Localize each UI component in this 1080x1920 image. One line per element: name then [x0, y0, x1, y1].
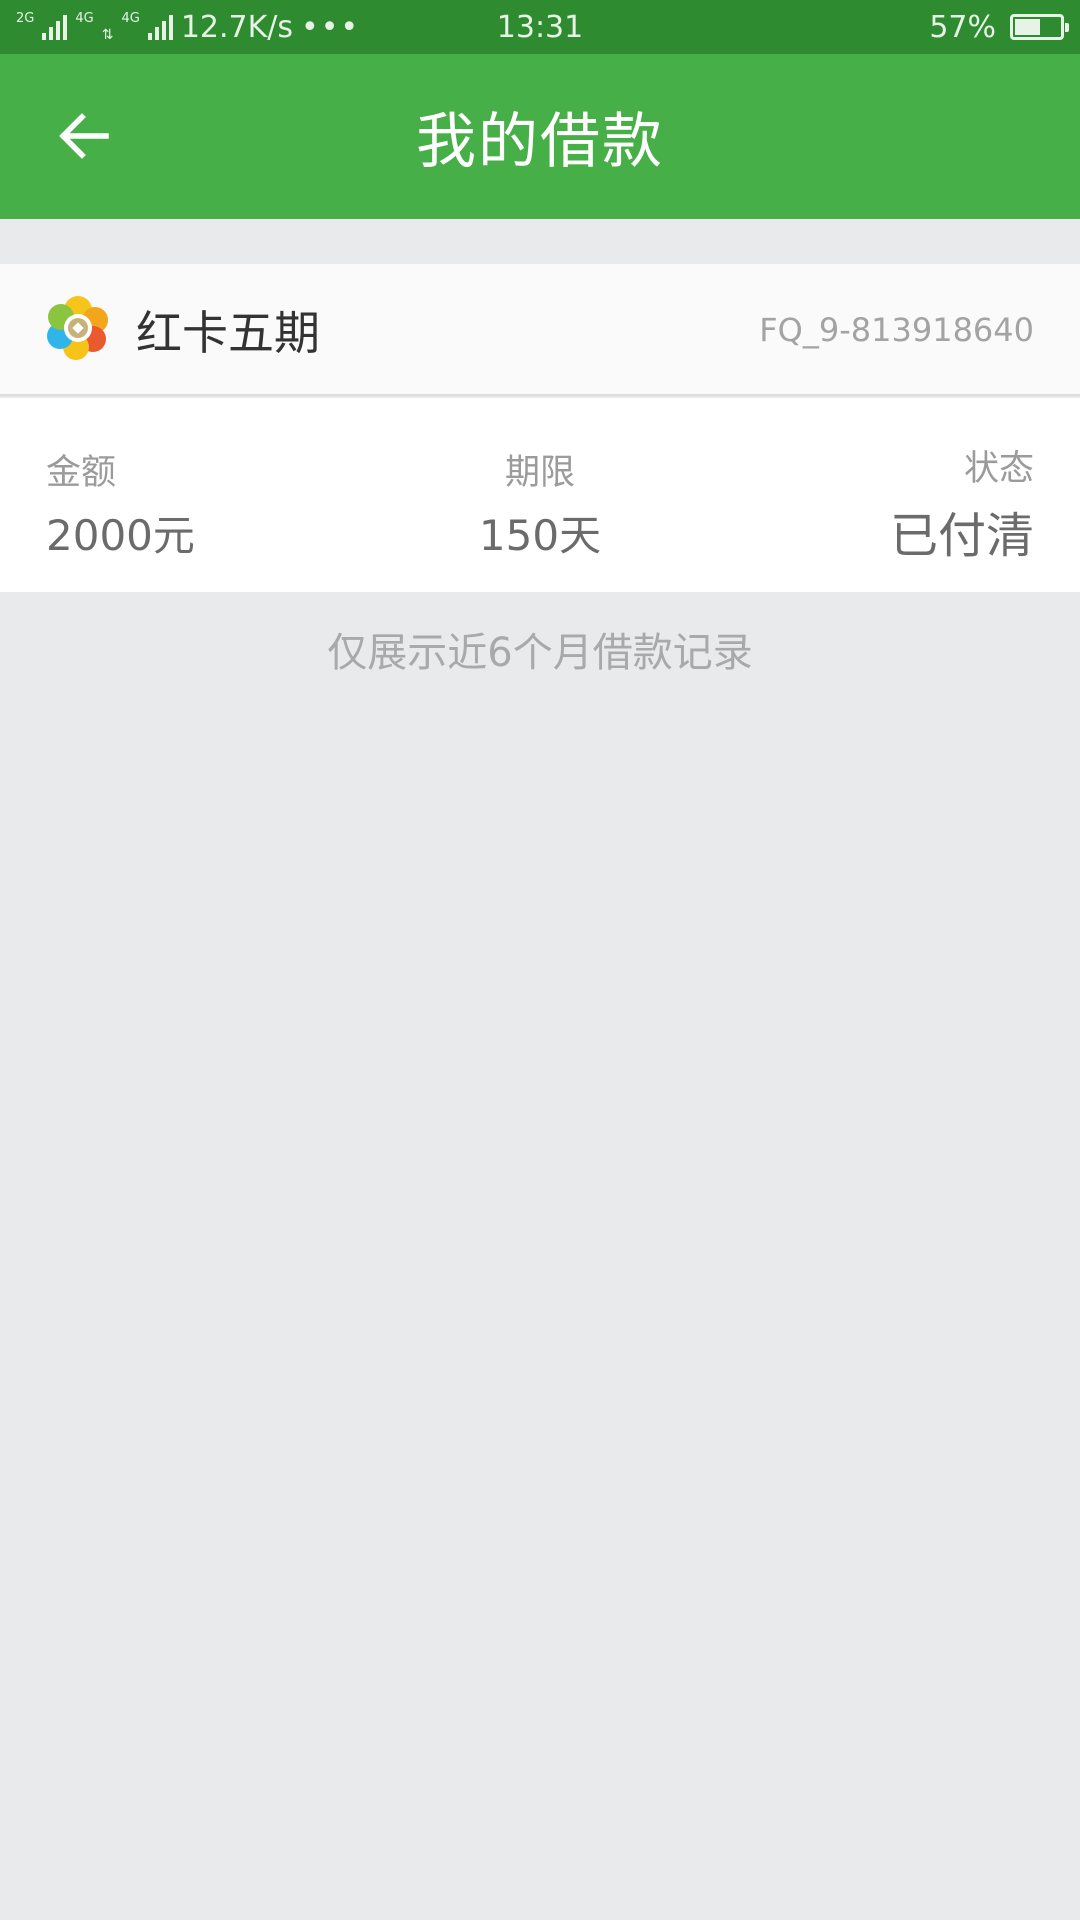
battery-fill — [1015, 19, 1040, 35]
pinwheel-coin-logo-icon — [47, 296, 108, 360]
app-bar: 我的借款 — [0, 54, 1080, 219]
loan-item-details[interactable]: 金额 2000元 期限 150天 状态 已付清 — [0, 398, 1080, 592]
battery-nub — [1065, 23, 1069, 32]
status-column: 状态 已付清 — [734, 398, 1034, 592]
term-value: 150天 — [478, 511, 602, 560]
loan-number: FQ_9-813918640 — [759, 311, 1034, 349]
status-bar-right: 57% — [929, 0, 1069, 54]
battery-icon — [1010, 14, 1069, 40]
back-button[interactable] — [44, 96, 124, 176]
amount-label: 金额 — [46, 453, 117, 493]
arrow-left-icon — [59, 113, 109, 159]
status-time: 13:31 — [496, 9, 584, 45]
amount-value: 2000元 — [46, 511, 195, 560]
term-column: 期限 150天 — [390, 398, 690, 592]
amount-column: 金额 2000元 — [46, 398, 346, 592]
battery-percent: 57% — [929, 9, 996, 45]
status-value: 已付清 — [889, 508, 1034, 564]
records-range-note: 仅展示近6个月借款记录 — [327, 630, 753, 676]
status-bar: 2G 4G ⇅ 4G 12.7K/s ••• 13:31 57% — [0, 0, 1080, 54]
loan-item-header[interactable]: 红卡五期 FQ_9-813918640 — [0, 264, 1080, 396]
product-name: 红卡五期 — [136, 306, 320, 360]
status-label: 状态 — [963, 449, 1034, 489]
page-title: 我的借款 — [416, 107, 664, 177]
term-label: 期限 — [504, 453, 575, 493]
